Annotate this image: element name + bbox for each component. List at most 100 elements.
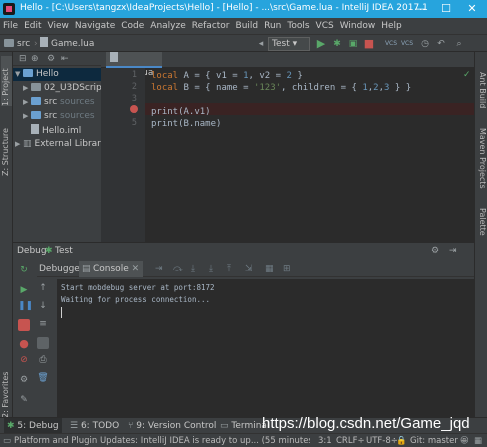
lua-file-icon: [40, 37, 48, 47]
minimize-button[interactable]: —: [407, 0, 433, 18]
up-arrow-icon[interactable]: ↑: [37, 283, 49, 295]
inspector-icon[interactable]: ☺: [460, 435, 469, 447]
menu-tools[interactable]: Tools: [284, 18, 312, 34]
breadcrumb-src[interactable]: src: [4, 37, 30, 51]
restore-layout-icon[interactable]: ⊞: [283, 261, 291, 277]
tab-project[interactable]: 1: Project: [1, 56, 12, 106]
menu-navigate[interactable]: Navigate: [72, 18, 118, 34]
scroll-from-source-icon[interactable]: ⊕: [31, 54, 39, 64]
menu-run[interactable]: Run: [261, 18, 284, 34]
debug-icon[interactable]: ✱: [330, 37, 344, 51]
tab-version-control[interactable]: ⑂ 9: Version Control: [128, 418, 216, 434]
clear-all-icon[interactable]: 🗑: [37, 373, 49, 385]
console-line: Waiting for process connection...: [61, 295, 211, 304]
tree-item-hint: sources: [60, 111, 95, 121]
evaluate-expression-icon[interactable]: ▦: [265, 261, 274, 277]
view-breakpoints-icon[interactable]: ●: [18, 337, 30, 350]
watermark: https://blog.csdn.net/Game_jqd: [262, 415, 470, 432]
tab-palette[interactable]: Palette: [476, 208, 487, 248]
line-separator[interactable]: CRLF÷: [336, 435, 365, 447]
editor-tab-row: Game.lua: [101, 52, 474, 78]
soft-wrap-icon[interactable]: ≡: [37, 319, 49, 331]
close-button[interactable]: ✕: [459, 0, 485, 18]
debug-config-name[interactable]: Test: [55, 243, 73, 259]
event-log-icon[interactable]: ▦: [474, 435, 482, 447]
step-into-icon[interactable]: ⤓: [191, 261, 195, 277]
search-everywhere-icon[interactable]: ⌕: [452, 37, 466, 51]
step-out-icon[interactable]: ⤒: [227, 261, 231, 277]
mute-breakpoints-icon[interactable]: ⊘: [18, 355, 30, 367]
print-icon[interactable]: ⎙: [37, 355, 49, 367]
run-to-cursor-icon[interactable]: ⇲: [245, 261, 253, 277]
run-config-select[interactable]: Test ▾: [268, 37, 310, 51]
breakpoint-icon[interactable]: [130, 105, 138, 113]
coverage-icon[interactable]: ▣: [346, 37, 360, 51]
collapse-all-icon[interactable]: ⊟: [19, 54, 27, 64]
back-arrow-icon[interactable]: ◂: [254, 37, 268, 51]
tree-item-external-libraries[interactable]: ▶ ▥ External Librarie: [15, 138, 109, 151]
tab-todo[interactable]: ☰ 6: TODO: [70, 418, 119, 434]
scroll-to-end-icon[interactable]: [37, 337, 49, 349]
menu-analyze[interactable]: Analyze: [147, 18, 188, 34]
vcs-commit-icon[interactable]: VCS: [400, 37, 414, 51]
tree-item-u3dscript[interactable]: ▶ 02_U3DScrip: [23, 82, 102, 95]
pause-icon[interactable]: ❚❚: [18, 301, 33, 313]
pin-icon[interactable]: ✎: [18, 395, 30, 407]
hide-panel-icon[interactable]: ⇤: [61, 54, 69, 64]
run-icon[interactable]: ▶: [314, 37, 328, 51]
settings-gear-icon[interactable]: ⚙: [47, 54, 55, 64]
menu-view[interactable]: View: [45, 18, 72, 34]
menu-help[interactable]: Help: [378, 18, 405, 34]
stop-icon[interactable]: ■: [362, 37, 376, 51]
maximize-button[interactable]: ☐: [433, 0, 459, 18]
down-arrow-icon[interactable]: ↓: [37, 301, 49, 313]
tab-debug[interactable]: ✱ 5: Debug: [4, 418, 62, 434]
status-panel-icon[interactable]: ▭: [3, 435, 11, 447]
console-output[interactable]: Start mobdebug server at port:8172 Waiti…: [57, 279, 474, 418]
tree-item-src-1[interactable]: ▶ src sources: [23, 96, 95, 109]
settings-gear-icon[interactable]: ⚙: [18, 375, 30, 387]
close-icon[interactable]: ✕: [132, 264, 140, 274]
force-step-into-icon[interactable]: ⤓: [209, 261, 213, 277]
tree-item-src-2[interactable]: ▶ src sources: [23, 110, 95, 123]
editor-tab-game-lua[interactable]: Game.lua: [106, 52, 162, 78]
tab-ant-build[interactable]: Ant Build: [476, 72, 487, 118]
menu-vcs[interactable]: VCS: [313, 18, 337, 34]
settings-gear-icon[interactable]: ⚙: [431, 243, 439, 259]
status-message[interactable]: Platform and Plugin Updates: IntelliJ ID…: [14, 435, 310, 447]
menu-code[interactable]: Code: [118, 18, 147, 34]
hide-panel-icon[interactable]: ⇥: [449, 243, 457, 259]
lock-icon[interactable]: 🔒: [396, 435, 407, 447]
menu-file[interactable]: File: [0, 18, 21, 34]
git-branch[interactable]: Git: master ÷: [410, 435, 468, 447]
revert-icon[interactable]: ↶: [434, 37, 448, 51]
menu-build[interactable]: Build: [233, 18, 262, 34]
menu-window[interactable]: Window: [337, 18, 379, 34]
step-over-icon[interactable]: ⤼: [173, 261, 183, 277]
tab-console-label: Console: [93, 264, 129, 274]
tab-favorites[interactable]: 2: Favorites: [1, 364, 12, 418]
file-encoding[interactable]: UTF-8÷: [366, 435, 398, 447]
tab-debugger[interactable]: Debugger: [39, 261, 84, 277]
expand-arrow-icon: ▼: [15, 70, 21, 78]
editor-gutter[interactable]: 1 2 3 4 5: [101, 68, 145, 242]
debug-config-icon: ✱: [45, 246, 53, 256]
tab-maven-projects[interactable]: Maven Projects: [476, 128, 487, 198]
tab-todo-label: 6: TODO: [80, 421, 120, 431]
stop-icon[interactable]: [18, 319, 30, 331]
tree-item-hello[interactable]: ▼ Hello: [13, 68, 101, 81]
tab-structure[interactable]: Z: Structure: [1, 116, 12, 176]
resume-icon[interactable]: ▶: [18, 285, 30, 297]
vcs-update-icon[interactable]: VCS: [384, 37, 398, 51]
show-execution-point-icon[interactable]: ⇥: [155, 261, 163, 277]
breadcrumb-file[interactable]: Game.lua: [40, 37, 94, 51]
history-icon[interactable]: ◷: [418, 37, 432, 51]
tree-item-hello-iml[interactable]: Hello.iml: [31, 124, 81, 137]
console-icon: ▤: [82, 264, 91, 274]
caret-position[interactable]: 3:1: [318, 435, 332, 447]
code-editor[interactable]: Game.lua 1 2 3 4 5 local A = { v1 = 1, v…: [101, 52, 474, 242]
tab-console[interactable]: ▤ Console ✕: [79, 261, 144, 277]
menu-edit[interactable]: Edit: [21, 18, 44, 34]
menu-refactor[interactable]: Refactor: [189, 18, 233, 34]
rerun-icon[interactable]: ↻: [18, 265, 30, 277]
